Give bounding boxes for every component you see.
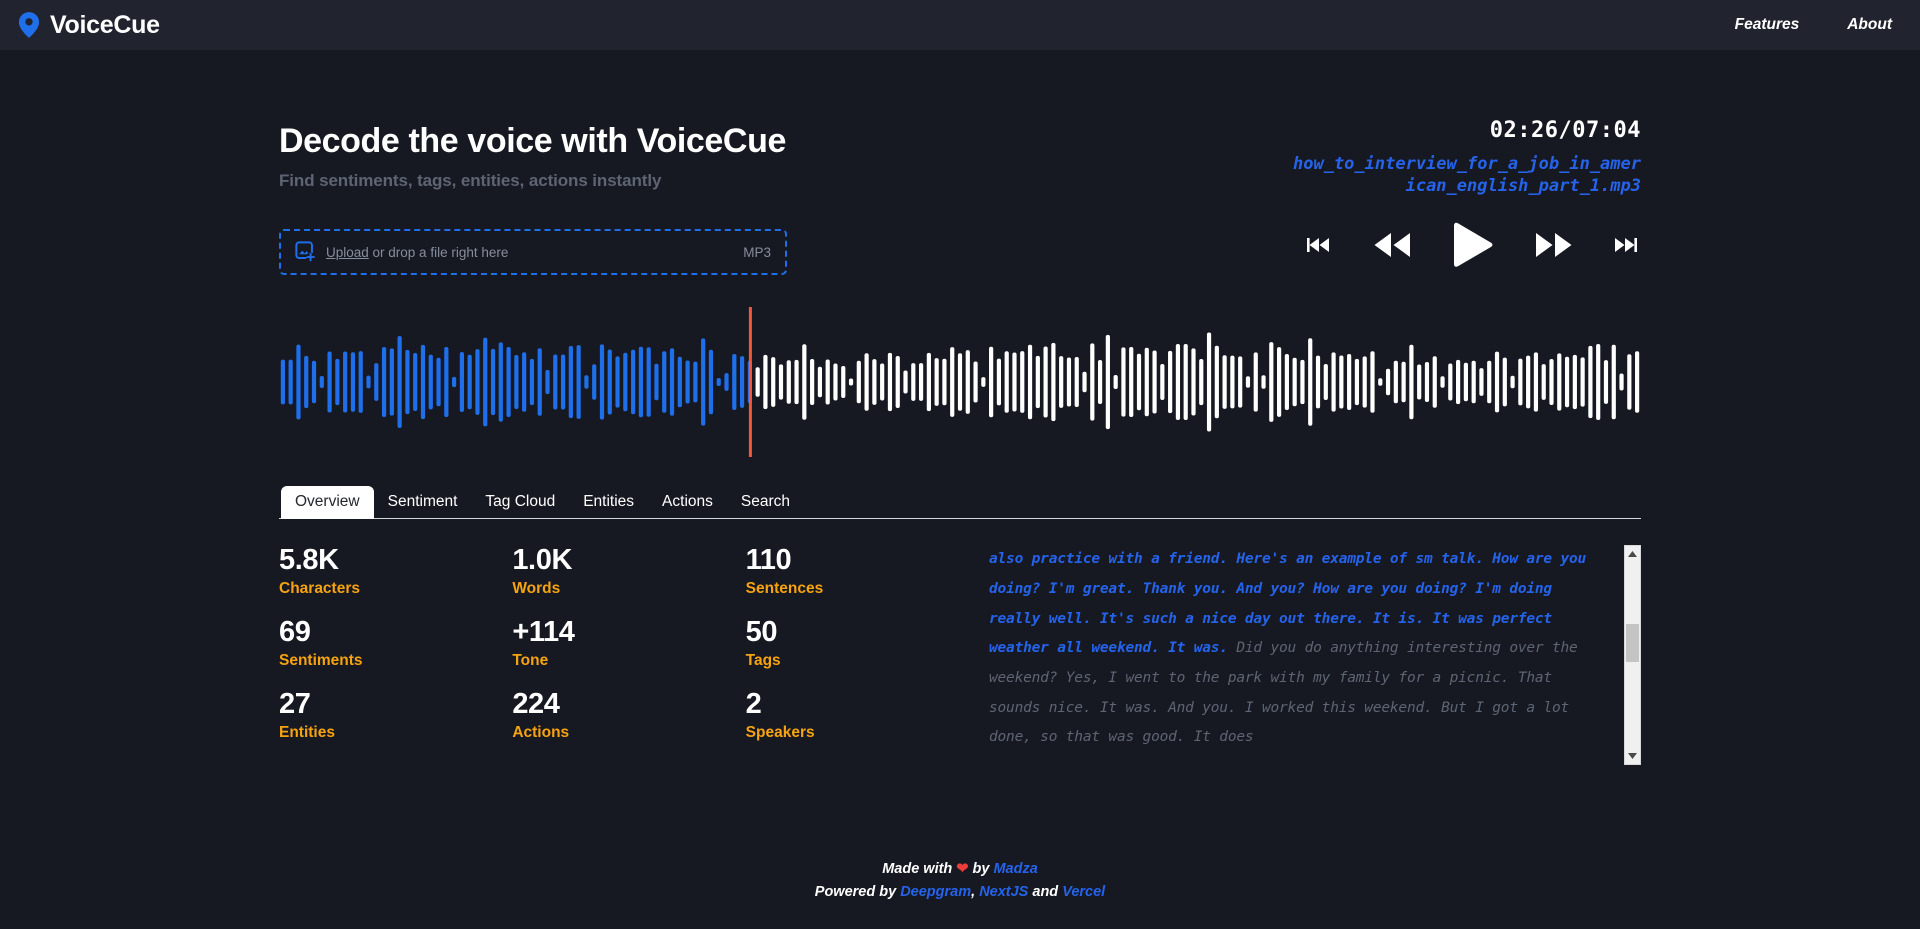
footer-and: and <box>1032 883 1059 900</box>
stat-label: Actions <box>512 723 570 741</box>
page-title: Decode the voice with VoiceCue <box>279 122 786 160</box>
audio-filename[interactable]: how_to_interview_for_a_job_in_american_e… <box>1291 153 1641 198</box>
stat-value: 2 <box>745 688 762 721</box>
brand-name: VoiceCue <box>50 10 160 39</box>
player-panel: 02:26/07:04 how_to_interview_for_a_job_i… <box>1291 112 1641 275</box>
rewind-button[interactable] <box>1371 230 1413 260</box>
chevron-down-icon <box>1628 753 1637 760</box>
stat-words: 1.0K Words <box>512 545 745 617</box>
nav-link-about[interactable]: About <box>1847 16 1892 34</box>
stat-value: 5.8K <box>279 544 339 577</box>
dropzone-text: Upload or drop a file right here <box>326 245 508 260</box>
scrollbar-thumb[interactable] <box>1626 624 1639 663</box>
heart-icon: ❤ <box>956 861 969 878</box>
stat-sentences: 110 Sentences <box>746 545 979 617</box>
skip-forward-button[interactable] <box>1611 235 1641 255</box>
tab-tag-cloud[interactable]: Tag Cloud <box>471 486 569 519</box>
stat-value: 110 <box>745 544 792 577</box>
playback-controls <box>1291 218 1641 272</box>
nav-links: Features About <box>1735 16 1892 34</box>
stat-label: Sentences <box>745 579 824 597</box>
stat-value: 1.0K <box>512 544 572 577</box>
playhead-marker <box>748 307 752 458</box>
map-pin-icon <box>18 12 40 38</box>
footer-comma: , <box>971 883 976 900</box>
stat-actions: 224 Actions <box>512 689 745 761</box>
overview-panel: 5.8K Characters 1.0K Words 110 Sentences… <box>279 519 1641 766</box>
brand-logo[interactable]: VoiceCue <box>18 11 160 40</box>
fast-forward-button[interactable] <box>1533 230 1575 260</box>
hero-left: Decode the voice with VoiceCue Find sent… <box>279 112 787 276</box>
stat-value: +114 <box>512 616 575 649</box>
nav-link-features[interactable]: Features <box>1735 16 1800 34</box>
stat-label: Sentiments <box>279 651 363 669</box>
footer-tech-line: Powered by Deepgram, NextJS and Vercel <box>0 881 1920 903</box>
stat-value: 50 <box>745 616 778 649</box>
stat-label: Entities <box>279 723 335 741</box>
skip-back-button[interactable] <box>1305 235 1335 255</box>
stat-entities: 27 Entities <box>279 689 512 761</box>
audio-waveform[interactable] <box>279 307 1641 458</box>
stat-value: 27 <box>279 688 311 721</box>
add-image-icon <box>295 241 316 262</box>
tab-overview[interactable]: Overview <box>281 486 374 520</box>
analysis-tabs: Overview Sentiment Tag Cloud Entities Ac… <box>279 485 1641 520</box>
footer-link-nextjs[interactable]: NextJS <box>979 884 1028 900</box>
stat-tone: +114 Tone <box>512 617 745 689</box>
stat-label: Words <box>512 579 561 597</box>
stat-characters: 5.8K Characters <box>279 545 512 617</box>
stat-label: Tags <box>745 651 781 669</box>
play-button[interactable] <box>1449 218 1497 272</box>
footer-link-deepgram[interactable]: Deepgram <box>900 884 971 900</box>
footer-credit-line: Made with ❤ by Madza <box>0 858 1920 880</box>
scrollbar-track[interactable] <box>1625 562 1640 748</box>
stat-sentiments: 69 Sentiments <box>279 617 512 689</box>
transcript-scrollbar[interactable] <box>1624 545 1641 766</box>
tab-entities[interactable]: Entities <box>569 486 648 519</box>
transcript-text[interactable]: also practice with a friend. Here's an e… <box>989 545 1624 765</box>
playback-timecode: 02:26/07:04 <box>1489 118 1641 143</box>
transcript-panel: also practice with a friend. Here's an e… <box>989 545 1641 766</box>
stat-value: 224 <box>512 688 560 721</box>
stat-tags: 50 Tags <box>746 617 979 689</box>
footer-made-with: Made with <box>882 861 953 878</box>
stat-label: Speakers <box>745 723 815 741</box>
page-body: Decode the voice with VoiceCue Find sent… <box>0 50 1920 929</box>
top-navbar: VoiceCue Features About <box>0 0 1920 50</box>
stat-speakers: 2 Speakers <box>746 689 979 761</box>
dropzone-format-label: MP3 <box>743 244 771 260</box>
hero-section: Decode the voice with VoiceCue Find sent… <box>279 50 1641 276</box>
footer-by: by <box>972 861 990 878</box>
footer-powered-by: Powered by <box>814 883 897 900</box>
scroll-up-button[interactable] <box>1625 546 1640 562</box>
page-footer: Made with ❤ by Madza Powered by Deepgram… <box>0 858 1920 903</box>
upload-link[interactable]: Upload <box>326 245 369 260</box>
stats-grid: 5.8K Characters 1.0K Words 110 Sentences… <box>279 545 979 765</box>
chevron-up-icon <box>1628 551 1637 558</box>
file-dropzone[interactable]: Upload or drop a file right here MP3 <box>279 229 787 276</box>
tab-actions[interactable]: Actions <box>648 486 727 519</box>
scroll-down-button[interactable] <box>1625 748 1640 764</box>
tab-search[interactable]: Search <box>727 486 804 519</box>
dropzone-hint: or drop a file right here <box>368 244 509 260</box>
stat-label: Tone <box>512 651 549 669</box>
tab-sentiment[interactable]: Sentiment <box>374 486 472 519</box>
footer-link-vercel[interactable]: Vercel <box>1062 884 1105 900</box>
waveform-canvas <box>280 307 1640 458</box>
stat-label: Characters <box>279 579 360 597</box>
page-subtitle: Find sentiments, tags, entities, actions… <box>279 171 662 191</box>
stat-value: 69 <box>279 616 311 649</box>
footer-author-link[interactable]: Madza <box>993 861 1037 877</box>
